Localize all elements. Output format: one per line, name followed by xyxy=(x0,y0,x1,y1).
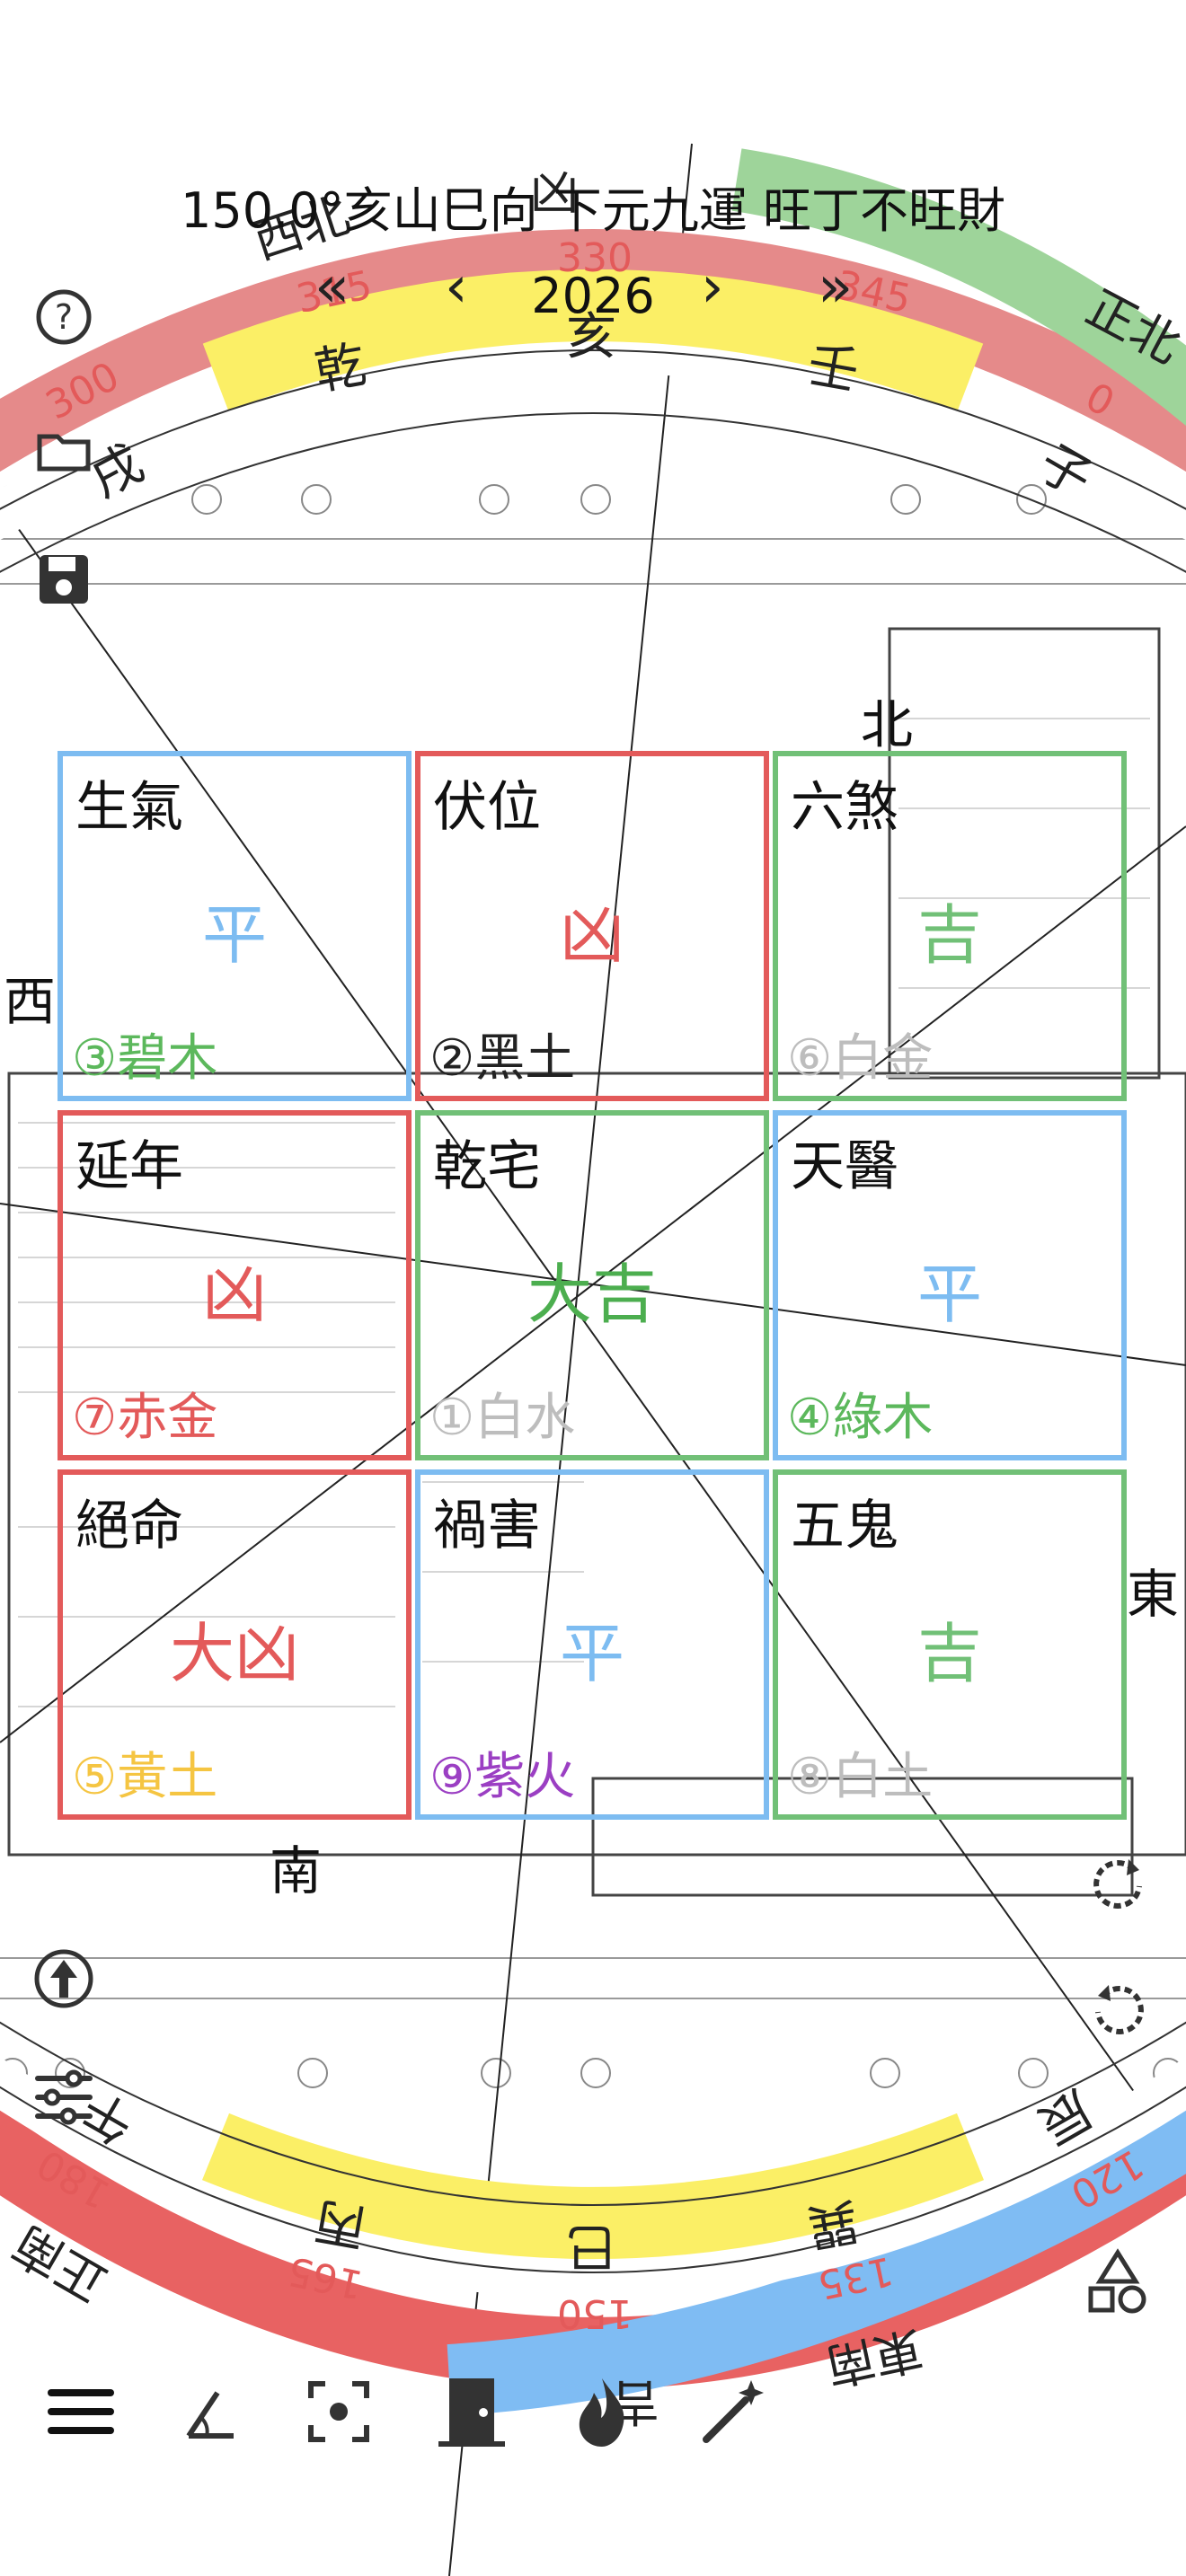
prev-fast-button[interactable]: « xyxy=(314,259,350,316)
cell-rating: 凶 xyxy=(559,897,624,973)
grid-cell[interactable]: 絕命大凶 ⑤黃土 xyxy=(58,1469,412,1820)
menu-icon[interactable] xyxy=(40,2371,121,2452)
next-button[interactable]: › xyxy=(701,259,724,316)
direction-south: 南 xyxy=(270,1840,323,1901)
direction-east: 東 xyxy=(1127,1564,1180,1625)
app-screen: 西北 正北 凶 315 330 345 300 0 乾 亥 壬 戌 子 正南 東… xyxy=(0,0,1186,2576)
cell-name: 延年 xyxy=(75,1135,183,1198)
focus-icon[interactable] xyxy=(298,2371,379,2452)
grid-cell[interactable]: 乾宅大吉 ①白水 xyxy=(415,1110,769,1460)
cell-name: 乾宅 xyxy=(433,1135,541,1198)
cell-rating: 凶 xyxy=(201,1257,267,1332)
rotate-cw-icon[interactable] xyxy=(1087,1850,1150,1913)
svg-text:?: ? xyxy=(55,297,73,337)
grid-cell[interactable]: 天醫平 ④綠木 xyxy=(773,1110,1127,1460)
prev-button[interactable]: ‹ xyxy=(445,259,468,316)
rotate-ccw-icon[interactable] xyxy=(1087,1976,1150,2039)
grid-cell[interactable]: 伏位凶 ②黑土 xyxy=(415,751,769,1101)
fire-icon[interactable] xyxy=(562,2371,642,2452)
grid-cell[interactable]: 禍害平 ⑨紫火 xyxy=(415,1469,769,1820)
folder-icon[interactable] xyxy=(32,419,95,481)
angle-icon[interactable] xyxy=(171,2371,252,2452)
cell-name: 禍害 xyxy=(433,1495,541,1557)
inner-label: 巳 xyxy=(566,2217,616,2275)
grid-cell[interactable]: 六煞吉 ⑥白金 xyxy=(773,751,1127,1101)
north-arrow-icon[interactable] xyxy=(32,1947,95,2010)
save-icon[interactable] xyxy=(32,548,95,611)
cell-name: 伏位 xyxy=(433,776,541,839)
grid-cell[interactable]: 延年凶 ⑦赤金 xyxy=(58,1110,412,1460)
cell-rating: 大凶 xyxy=(169,1616,299,1691)
shapes-icon[interactable] xyxy=(1082,2245,1154,2317)
cell-rating: 平 xyxy=(559,1616,624,1691)
cell-star: ⑤黃土 xyxy=(72,1748,218,1806)
cell-star: ②黑土 xyxy=(429,1029,576,1088)
cell-rating: 平 xyxy=(916,1257,982,1332)
cell-star: ⑥白金 xyxy=(787,1029,934,1088)
grid-cell[interactable]: 五鬼吉 ⑧白土 xyxy=(773,1469,1127,1820)
cell-star: ⑧白土 xyxy=(787,1748,934,1806)
cell-rating: 平 xyxy=(201,897,267,973)
cell-star: ⑨紫火 xyxy=(429,1748,576,1806)
cell-name: 五鬼 xyxy=(791,1495,898,1557)
cell-name: 六煞 xyxy=(791,776,898,839)
cell-star: ③碧木 xyxy=(72,1029,218,1088)
sliders-icon[interactable] xyxy=(32,2066,95,2129)
next-fast-button[interactable]: » xyxy=(818,259,853,316)
cell-rating: 吉 xyxy=(916,1616,982,1691)
cell-rating: 大吉 xyxy=(527,1257,657,1332)
grid-cell[interactable]: 生氣平 ③碧木 xyxy=(58,751,412,1101)
cell-star: ④綠木 xyxy=(787,1389,934,1447)
cell-rating: 吉 xyxy=(916,897,982,973)
cell-star: ①白水 xyxy=(429,1389,576,1447)
cell-name: 生氣 xyxy=(75,776,183,839)
year-display: 2026 xyxy=(531,268,655,324)
direction-west: 西 xyxy=(4,971,57,1032)
cell-star: ⑦赤金 xyxy=(72,1389,218,1447)
magic-wand-icon[interactable] xyxy=(692,2371,773,2452)
cell-name: 絕命 xyxy=(75,1495,183,1557)
page-title: 150.0°亥山巳向 下元九運 旺丁不旺財 xyxy=(181,182,1005,239)
cell-name: 天醫 xyxy=(791,1135,898,1198)
degree-label: 150 xyxy=(557,2290,633,2336)
door-icon[interactable] xyxy=(431,2371,512,2452)
direction-north: 北 xyxy=(861,694,914,755)
help-icon[interactable]: ? xyxy=(32,286,95,348)
